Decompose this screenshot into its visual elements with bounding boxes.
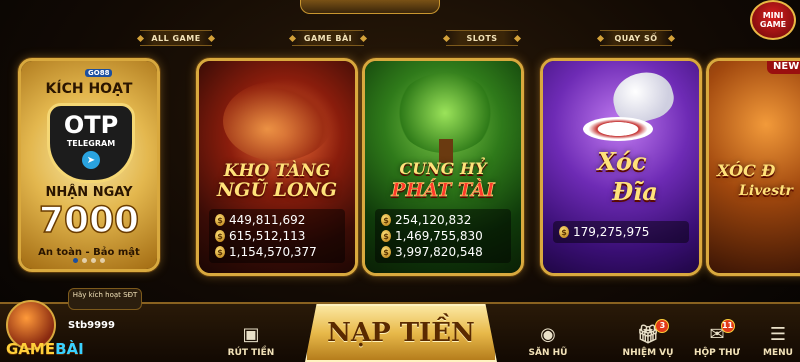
brand-part-b: BÀI bbox=[55, 340, 84, 358]
missions-button[interactable]: 🎁︎ 3 NHIỆM VỤ bbox=[620, 312, 676, 362]
top-banner-decoration bbox=[300, 0, 440, 14]
brand-logo: GAMEBÀI bbox=[6, 340, 84, 358]
new-badge: NEW bbox=[767, 61, 800, 74]
otp-shield-badge: OTP TELEGRAM ➤ bbox=[47, 103, 135, 183]
carousel-dot[interactable] bbox=[100, 258, 105, 263]
jackpot-value: 1,469,755,830 bbox=[395, 229, 483, 243]
gift-icon: 🎁︎ 3 bbox=[637, 319, 670, 345]
game-title-top: Xóc bbox=[597, 147, 647, 176]
dice-plate-icon bbox=[583, 117, 653, 141]
mini-game-label: MINI GAME bbox=[759, 11, 787, 29]
game-title-top: XÓC Đ bbox=[717, 161, 776, 180]
jackpot-list: $179,275,975 bbox=[553, 221, 689, 243]
telegram-label: TELEGRAM bbox=[66, 139, 116, 148]
tab-all-game[interactable]: ALL GAME bbox=[140, 30, 212, 46]
withdraw-label: RÚT TIỀN bbox=[227, 348, 275, 358]
jackpot-row: $449,811,692 bbox=[215, 212, 339, 228]
tab-quay-so[interactable]: QUAY SỐ bbox=[600, 30, 672, 46]
coin-icon: $ bbox=[381, 230, 391, 242]
deposit-button[interactable]: NẠP TIỀN bbox=[305, 304, 497, 362]
promo-headline: KÍCH HOẠT bbox=[45, 81, 133, 97]
game-title-bottom: Livestr bbox=[739, 183, 793, 199]
mail-icon: ✉ 11 bbox=[709, 319, 735, 345]
jackpot-list: $449,811,692 $615,512,113 $1,154,570,377 bbox=[209, 209, 345, 263]
missions-label: NHIỆM VỤ bbox=[622, 348, 674, 358]
carousel-dots bbox=[21, 258, 157, 263]
game-title-bottom: NGŨ LONG bbox=[216, 179, 338, 201]
jackpot-list: $254,120,832 $1,469,755,830 $3,997,820,5… bbox=[375, 209, 511, 263]
jackpot-value: 3,997,820,548 bbox=[395, 245, 483, 259]
activate-phone-hint[interactable]: Hãy kích hoạt SĐT bbox=[68, 288, 142, 310]
jackpot-value: 615,512,113 bbox=[229, 229, 306, 243]
promo-amount: 7000 bbox=[38, 200, 140, 242]
withdraw-button[interactable]: ▣ RÚT TIỀN bbox=[226, 312, 276, 362]
jackpot-value: 179,275,975 bbox=[573, 225, 650, 239]
tab-slots[interactable]: SLOTS bbox=[446, 30, 518, 46]
user-panel: Hãy kích hoạt SĐT Stb9999 GAMEBÀI bbox=[0, 288, 170, 362]
jackpot-value: 1,154,570,377 bbox=[229, 245, 317, 259]
promo-subheadline: NHẬN NGAY bbox=[45, 185, 133, 200]
jackpot-icon: ◉ bbox=[540, 324, 556, 345]
promo-tagline: An toàn - Bảo mật bbox=[38, 247, 140, 258]
game-title-top: KHO TÀNG bbox=[223, 161, 331, 181]
game-title-bottom: Đĩa bbox=[612, 177, 658, 206]
game-title-bottom: PHÁT TÀI bbox=[391, 179, 495, 202]
game-title-top: CUNG HỶ bbox=[399, 159, 487, 178]
game-card-xoc-dia-livestream[interactable]: NEW XÓC Đ Livestr bbox=[706, 58, 800, 276]
hamburger-menu-icon: ☰ bbox=[769, 324, 787, 345]
menu-label: MENU bbox=[763, 348, 793, 358]
carousel-dot[interactable] bbox=[73, 258, 78, 263]
mailbox-label: HỘP THƯ bbox=[693, 348, 741, 358]
promo-brand-logo: GO88 bbox=[85, 69, 113, 77]
telegram-icon: ➤ bbox=[82, 151, 100, 169]
jackpot-hall-label: SĂN HŨ bbox=[528, 348, 568, 358]
otp-label: OTP bbox=[63, 111, 119, 139]
jackpot-row: $3,997,820,548 bbox=[381, 244, 505, 260]
carousel-dot[interactable] bbox=[82, 258, 87, 263]
dragon-icon bbox=[223, 81, 333, 161]
jackpot-row: $1,469,755,830 bbox=[381, 228, 505, 244]
mailbox-badge: 11 bbox=[720, 319, 735, 333]
game-card-kho-tang-ngu-long[interactable]: KHO TÀNG NGŨ LONG $449,811,692 $615,512,… bbox=[196, 58, 358, 276]
category-tabs: ALL GAME GAME BÀI SLOTS QUAY SỐ bbox=[0, 30, 800, 48]
game-card-cung-hy-phat-tai[interactable]: CUNG HỶ PHÁT TÀI $254,120,832 $1,469,755… bbox=[362, 58, 524, 276]
coin-icon: $ bbox=[381, 246, 391, 258]
jackpot-row: $179,275,975 bbox=[559, 224, 683, 240]
jackpot-row: $1,154,570,377 bbox=[215, 244, 339, 260]
coin-icon: $ bbox=[381, 214, 391, 226]
withdraw-icon: ▣ bbox=[242, 324, 260, 345]
coin-icon: $ bbox=[215, 230, 225, 242]
coin-icon: $ bbox=[215, 214, 225, 226]
jackpot-value: 449,811,692 bbox=[229, 213, 306, 227]
jackpot-row: $254,120,832 bbox=[381, 212, 505, 228]
missions-badge: 3 bbox=[655, 319, 670, 333]
jackpot-row: $615,512,113 bbox=[215, 228, 339, 244]
jackpot-value: 254,120,832 bbox=[395, 213, 472, 227]
username: Stb9999 bbox=[68, 320, 115, 331]
coin-icon: $ bbox=[559, 226, 569, 238]
brand-part-a: GAME bbox=[6, 340, 56, 358]
promo-card-otp[interactable]: GO88 KÍCH HOẠT OTP TELEGRAM ➤ NHẬN NGAY … bbox=[18, 58, 160, 272]
tab-game-bai[interactable]: GAME BÀI bbox=[292, 30, 364, 46]
coin-icon: $ bbox=[215, 246, 225, 258]
mailbox-button[interactable]: ✉ 11 HỘP THƯ bbox=[692, 312, 742, 362]
deposit-label: NẠP TIỀN bbox=[327, 318, 475, 348]
carousel-dot[interactable] bbox=[91, 258, 96, 263]
jackpot-hall-button[interactable]: ◉ SĂN HŨ bbox=[526, 312, 570, 362]
game-card-xoc-dia[interactable]: Xóc Đĩa $179,275,975 bbox=[540, 58, 702, 276]
menu-button[interactable]: ☰ MENU bbox=[760, 312, 796, 362]
